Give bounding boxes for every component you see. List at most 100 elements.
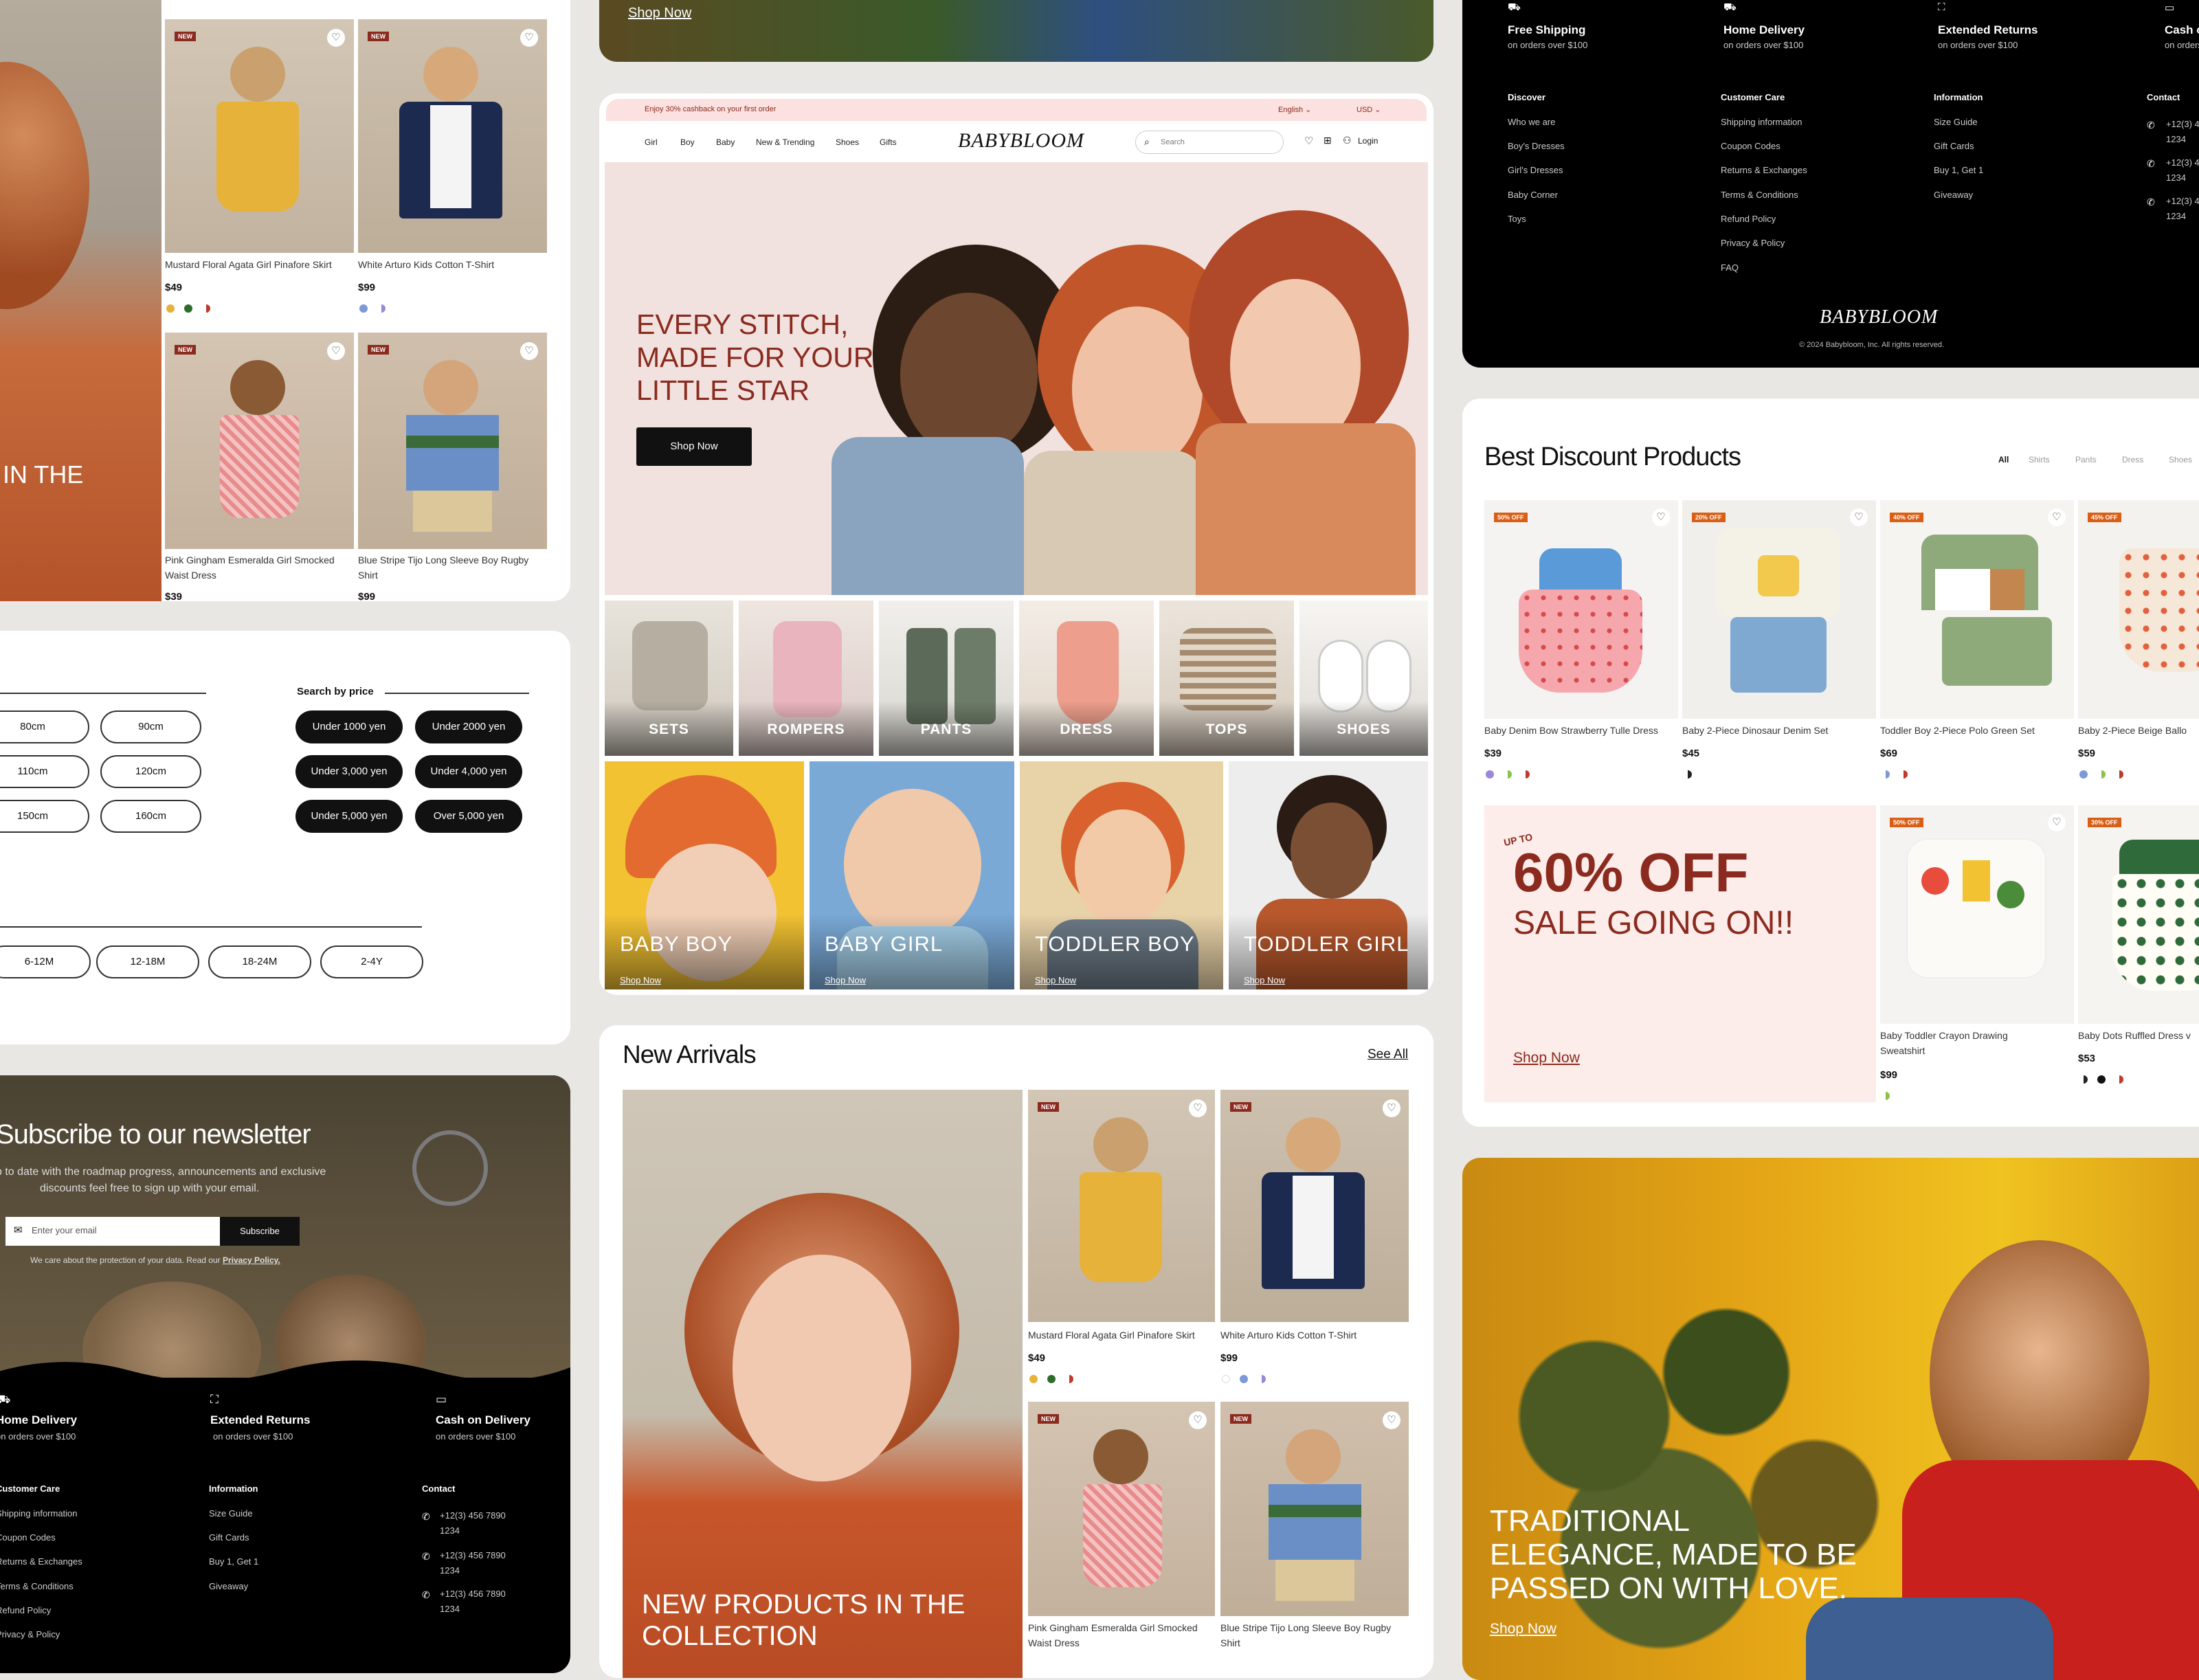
product-image[interactable]: 50% OFF ♡ — [1880, 805, 2074, 1024]
color-swatches[interactable] — [2079, 1073, 2133, 1086]
age-shop-link[interactable]: Shop Now — [1035, 975, 1076, 985]
footer-link[interactable]: Coupon Codes — [1721, 141, 1781, 151]
nav-boy[interactable]: Boy — [680, 137, 695, 147]
nav-gifts[interactable]: Gifts — [880, 137, 897, 147]
category-tile[interactable]: DRESS — [1019, 601, 1154, 756]
footer-link[interactable]: Giveaway — [209, 1581, 248, 1591]
footer-link[interactable]: Shipping information — [0, 1508, 78, 1519]
category-tile[interactable]: PANTS — [879, 601, 1014, 756]
product-name[interactable]: Baby 2-Piece Dinosaur Denim Set — [1682, 723, 1876, 738]
color-swatches[interactable] — [2079, 768, 2133, 781]
category-tile[interactable]: TOPS — [1159, 601, 1294, 756]
wishlist-heart-icon[interactable]: ♡ — [1189, 1411, 1207, 1429]
wishlist-heart-icon[interactable]: ♡ — [1383, 1099, 1400, 1117]
footer-link[interactable]: FAQ — [1721, 262, 1739, 273]
user-icon[interactable]: ⚇ — [1343, 135, 1352, 146]
product-name[interactable]: Pink Gingham Esmeralda Girl Smocked Wais… — [1028, 1620, 1217, 1650]
footer-link[interactable]: Size Guide — [1934, 117, 1978, 127]
search-input[interactable]: ⌕ Search — [1135, 131, 1284, 154]
product-name[interactable]: Baby Dots Ruffled Dress v — [2078, 1028, 2199, 1043]
product-name[interactable]: White Arturo Kids Cotton T-Shirt — [1220, 1328, 1409, 1343]
wishlist-heart-icon[interactable]: ♡ — [520, 29, 538, 47]
currency-select[interactable]: USD ⌄ — [1357, 105, 1381, 114]
feature-photo[interactable]: NEW PRODUCTS IN THE COLLECTION — [623, 1090, 1023, 1678]
product-image[interactable]: NEW ♡ — [165, 19, 354, 253]
age-shop-link[interactable]: Shop Now — [825, 975, 866, 985]
wishlist-heart-icon[interactable]: ♡ — [2048, 508, 2066, 526]
cart-bag-icon[interactable]: ⊞ — [1324, 135, 1332, 146]
color-swatches[interactable] — [1029, 1373, 1083, 1385]
footer-link[interactable]: Boy's Dresses — [1508, 141, 1565, 151]
footer-link[interactable]: Returns & Exchanges — [1721, 165, 1807, 175]
nav-girl[interactable]: Girl — [645, 137, 658, 147]
color-swatches[interactable] — [1882, 768, 1917, 781]
footer-link[interactable]: Terms & Conditions — [0, 1581, 74, 1591]
nav-baby[interactable]: Baby — [716, 137, 735, 147]
product-name[interactable]: Baby 2-Piece Beige Ballo — [2078, 723, 2199, 738]
footer-link[interactable]: Privacy & Policy — [0, 1629, 60, 1639]
tab-all[interactable]: All — [1998, 455, 2009, 464]
product-image[interactable]: NEW ♡ — [1220, 1402, 1409, 1616]
wishlist-heart-icon[interactable]: ♡ — [1383, 1411, 1400, 1429]
product-image[interactable]: NEW ♡ — [1028, 1090, 1215, 1322]
tab-pants[interactable]: Pants — [2075, 455, 2097, 464]
age-option[interactable]: 18-24M — [208, 945, 311, 978]
footer-link[interactable]: Terms & Conditions — [1721, 190, 1798, 200]
footer-link[interactable]: Shipping information — [1721, 117, 1802, 127]
contact-phone[interactable]: +12(3) 456 7890 1234 — [440, 1548, 521, 1578]
footer-link[interactable]: Returns & Exchanges — [0, 1556, 82, 1567]
color-swatches[interactable] — [359, 302, 395, 315]
category-tile[interactable]: ROMPERS — [739, 601, 873, 756]
footer-link[interactable]: Gift Cards — [1934, 141, 1974, 151]
product-image[interactable]: 50% OFF ♡ — [1484, 500, 1678, 719]
footer-link[interactable]: Toys — [1508, 214, 1526, 224]
size-option[interactable]: 150cm — [0, 800, 89, 833]
price-option[interactable]: Under 1000 yen — [295, 710, 403, 743]
banner-shop-now[interactable]: Shop Now — [628, 5, 691, 21]
age-shop-link[interactable]: Shop Now — [620, 975, 661, 985]
age-option[interactable]: 2-4Y — [320, 945, 423, 978]
size-option[interactable]: 120cm — [100, 755, 201, 788]
color-swatches[interactable] — [166, 302, 220, 315]
age-group-tile[interactable]: TODDLER GIRL Shop Now — [1229, 761, 1428, 989]
footer-link[interactable]: Giveaway — [1934, 190, 1973, 200]
footer-link[interactable]: Size Guide — [209, 1508, 253, 1519]
price-option[interactable]: Over 5,000 yen — [415, 800, 522, 833]
size-option[interactable]: 160cm — [100, 800, 201, 833]
product-image[interactable]: NEW ♡ — [358, 333, 547, 549]
footer-link[interactable]: Buy 1, Get 1 — [209, 1556, 258, 1567]
product-name[interactable]: Blue Stripe Tijo Long Sleeve Boy Rugby S… — [358, 552, 547, 583]
age-group-tile[interactable]: TODDLER BOY Shop Now — [1020, 761, 1223, 989]
subscribe-button[interactable]: Subscribe — [220, 1217, 300, 1246]
tab-shirts[interactable]: Shirts — [2029, 455, 2050, 464]
login-link[interactable]: Login — [1358, 136, 1378, 146]
price-option[interactable]: Under 5,000 yen — [295, 800, 403, 833]
product-name[interactable]: Mustard Floral Agata Girl Pinafore Skirt — [165, 257, 354, 272]
footer-link[interactable]: Gift Cards — [209, 1532, 249, 1543]
age-shop-link[interactable]: Shop Now — [1244, 975, 1285, 985]
category-tile[interactable]: SHOES — [1299, 601, 1428, 756]
footer-link[interactable]: Baby Corner — [1508, 190, 1558, 200]
wishlist-heart-icon[interactable]: ♡ — [1304, 135, 1313, 147]
nav-shoes[interactable]: Shoes — [836, 137, 859, 147]
category-tile[interactable]: SETS — [605, 601, 733, 756]
contact-phone[interactable]: +12(3) 4 1234 — [2166, 155, 2199, 186]
price-option[interactable]: Under 2000 yen — [415, 710, 522, 743]
product-image[interactable]: NEW ♡ — [358, 19, 547, 253]
footer-link[interactable]: Coupon Codes — [0, 1532, 56, 1543]
product-image[interactable]: NEW ♡ — [1220, 1090, 1409, 1322]
wishlist-heart-icon[interactable]: ♡ — [1189, 1099, 1207, 1117]
age-group-tile[interactable]: BABY GIRL Shop Now — [810, 761, 1014, 989]
hero-shop-button[interactable]: Shop Now — [636, 427, 752, 466]
privacy-link[interactable]: Privacy Policy. — [223, 1255, 280, 1265]
size-option[interactable]: 110cm — [0, 755, 89, 788]
language-select[interactable]: English ⌄ — [1278, 105, 1311, 114]
product-image[interactable]: NEW ♡ — [1028, 1402, 1215, 1616]
wishlist-heart-icon[interactable]: ♡ — [1850, 508, 1868, 526]
footer-link[interactable]: Girl's Dresses — [1508, 165, 1563, 175]
footer-link[interactable]: Refund Policy — [1721, 214, 1776, 224]
color-swatches[interactable] — [1222, 1373, 1275, 1385]
product-image[interactable]: 30% OFF — [2078, 805, 2199, 1024]
footer-logo[interactable]: BABYBLOOM — [1820, 306, 1938, 328]
product-image[interactable]: 40% OFF ♡ — [1880, 500, 2074, 719]
